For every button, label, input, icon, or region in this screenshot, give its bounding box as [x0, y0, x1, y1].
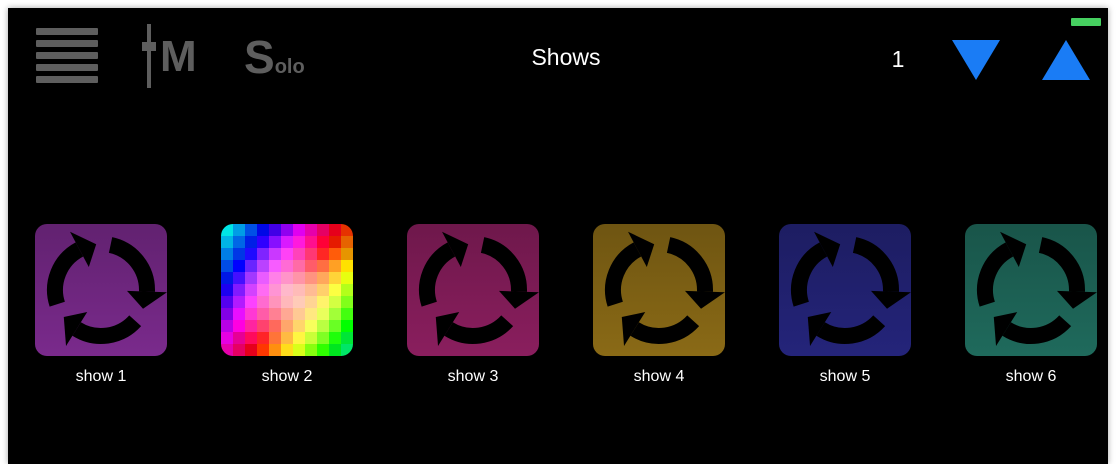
page-up-button[interactable]	[1040, 38, 1092, 82]
solo-label-initial: S	[244, 31, 275, 83]
page-down-button[interactable]	[950, 38, 1002, 82]
solo-label-rest: olo	[274, 56, 305, 78]
show-label: show 4	[633, 368, 685, 385]
app-screen: M Solo Shows 1 show 1 show 2 show 3 show 4s…	[8, 8, 1108, 464]
mute-label: M	[160, 32, 197, 81]
show-label: show 5	[819, 368, 871, 385]
cycle-icon	[593, 224, 725, 356]
cycle-icon	[407, 224, 539, 356]
battery-indicator	[1071, 18, 1101, 26]
color-palette-icon	[221, 224, 353, 356]
show-label: show 3	[447, 368, 499, 385]
cycle-icon	[35, 224, 167, 356]
show-label: show 2	[261, 368, 313, 385]
menu-button[interactable]	[36, 28, 100, 84]
cycle-icon	[779, 224, 911, 356]
page-title: Shows	[531, 44, 601, 70]
solo-button[interactable]: Solo	[244, 32, 334, 92]
mute-button[interactable]: M	[142, 24, 212, 94]
triangle-down-icon	[952, 40, 1000, 80]
cycle-icon	[965, 224, 1097, 356]
triangle-up-icon	[1042, 40, 1090, 80]
page-number: 1	[891, 46, 905, 72]
show-label: show 6	[1005, 368, 1057, 385]
shows-grid: show 1 show 2 show 3 show 4 show 5 show 6	[8, 224, 1108, 404]
show-label: show 1	[75, 368, 127, 385]
